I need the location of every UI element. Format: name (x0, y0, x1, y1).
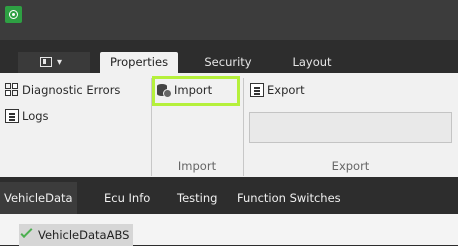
subtab-label: VehicleDataABS (38, 228, 130, 242)
logs-button[interactable]: Logs (5, 106, 49, 126)
document-icon (5, 109, 19, 123)
document-export-icon (250, 83, 264, 97)
tab-vehicledata[interactable]: VehicleData (0, 182, 77, 214)
export-label: Export (267, 83, 305, 97)
app-logo-icon[interactable] (5, 6, 22, 23)
menu-icon (40, 57, 52, 67)
export-button[interactable]: Export (250, 80, 305, 100)
export-field[interactable] (249, 112, 452, 143)
document-tab-bar: VehicleData Ecu Info Testing Function Sw… (0, 182, 458, 214)
application-menu-button[interactable]: ▾ (18, 52, 90, 73)
ribbon-tab-bar: ▾ Properties Security Layout (0, 49, 458, 73)
tab-ecu-info[interactable]: Ecu Info (104, 182, 150, 214)
check-icon (23, 228, 37, 240)
title-bar (0, 0, 458, 40)
grid-icon (5, 83, 19, 97)
diagnostic-errors-button[interactable]: Diagnostic Errors (5, 80, 120, 100)
diagnostic-errors-label: Diagnostic Errors (22, 83, 121, 97)
tab-layout[interactable]: Layout (282, 52, 342, 73)
tab-security[interactable]: Security (194, 52, 262, 73)
export-group-label: Export (331, 159, 370, 173)
tab-function-switches[interactable]: Function Switches (237, 182, 341, 214)
chevron-down-icon: ▾ (57, 57, 63, 68)
import-highlight-box (152, 76, 240, 106)
import-group-label: Import (177, 159, 217, 173)
sub-tab-strip: VehicleDataABS (0, 214, 458, 246)
tab-testing[interactable]: Testing (177, 182, 217, 214)
subtab-vehicledataabs[interactable]: VehicleDataABS (19, 224, 134, 246)
logs-label: Logs (22, 109, 49, 123)
tab-properties[interactable]: Properties (100, 52, 178, 73)
